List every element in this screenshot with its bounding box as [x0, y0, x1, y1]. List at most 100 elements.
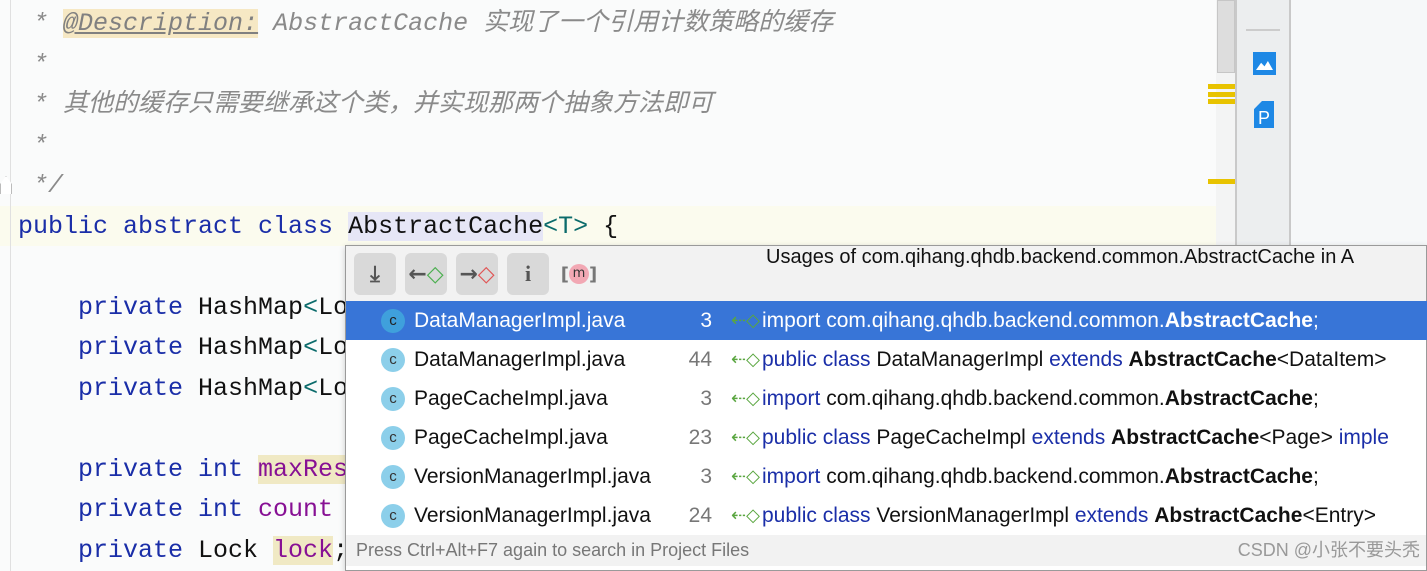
file-name: DataManagerImpl.java: [414, 309, 626, 332]
code-token: Lo: [318, 292, 349, 322]
usage-row[interactable]: c DataManagerImpl.java 3 ⇠◇ import com.qihan…: [346, 301, 1427, 340]
code-token: HashMap: [198, 373, 304, 403]
file-name: PageCacheImpl.java: [414, 426, 608, 449]
code-token: <: [303, 292, 319, 322]
line-number: 3: [700, 309, 712, 332]
snippet-part: extends: [1049, 348, 1129, 371]
next-usage-icon[interactable]: → ◇: [456, 253, 498, 295]
code-token: private: [18, 292, 199, 322]
code-token: private: [18, 373, 199, 403]
usage-arrow-icon: ⇠◇: [731, 505, 760, 525]
code-line: *: [18, 45, 48, 85]
usage-row[interactable]: c VersionManagerImpl.java 3 ⇠◇ import com.qi…: [346, 457, 1427, 496]
code-snippet: public class PageCacheImpl extends Abstr…: [762, 418, 1389, 457]
snippet-part: AbstractCache: [1164, 309, 1313, 332]
code-snippet: import com.qihang.qhdb.backend.common.Ab…: [762, 457, 1319, 496]
snippet-part: ;: [1312, 387, 1319, 410]
snippet-part: AbstractCache: [1128, 348, 1277, 371]
snippet-part: extends: [1074, 504, 1155, 527]
warning-marker[interactable]: [1208, 84, 1235, 89]
code-snippet: public class DataManagerImpl extends Abs…: [762, 340, 1387, 379]
usage-arrow-icon: ⇠◇: [731, 427, 760, 447]
code-token: maxRes: [258, 454, 349, 484]
snippet-part: VersionManagerImpl: [876, 504, 1075, 527]
divider: [1246, 29, 1280, 31]
info-icon[interactable]: i: [507, 253, 549, 295]
code-line: private int maxRes: [18, 450, 349, 490]
snippet-part: public class: [762, 504, 877, 527]
usage-row[interactable]: c PageCacheImpl.java 3 ⇠◇ import com.qihang.…: [346, 379, 1427, 418]
code-token: lock: [273, 535, 334, 565]
line-number: 44: [688, 348, 712, 371]
code-token: <: [303, 333, 319, 362]
code-token: HashMap: [198, 333, 304, 362]
usage-arrow-icon: ⇠◇: [731, 388, 760, 408]
code-token: {: [588, 211, 619, 241]
code-token: public abstract class: [18, 211, 349, 241]
usage-arrow-icon: ⇠◇: [731, 349, 760, 369]
code-line: private HashMap<Lo: [18, 288, 348, 328]
code-line: * 其他的缓存只需要继承这个类，并实现那两个抽象方法即可: [18, 85, 713, 125]
class-icon: c: [381, 504, 405, 528]
gutter-divider: [10, 0, 11, 571]
snippet-part: com.qihang.qhdb.backend.common.: [826, 309, 1165, 332]
snippet-part: AbstractCache: [1164, 465, 1313, 488]
usages-popup: ⤓ ← ◇ → ◇ i [m] Usages of com.qihang.qhdb.…: [345, 245, 1427, 571]
line-number: 3: [700, 387, 712, 410]
code-token: <T>: [543, 211, 589, 241]
snippet-part: public class: [762, 348, 877, 371]
code-token: *: [18, 9, 64, 38]
code-token: <: [303, 373, 319, 403]
code-line: private int count: [18, 490, 333, 530]
pin-icon[interactable]: ⤓: [354, 253, 396, 295]
snippet-part: PageCacheImpl: [876, 426, 1032, 449]
code-token: @Description:: [63, 9, 259, 38]
code-token: HashMap: [198, 292, 304, 322]
snippet-part: public class: [762, 426, 877, 449]
snippet-part: com.qihang.qhdb.backend.common.: [826, 465, 1165, 488]
usage-row[interactable]: c DataManagerImpl.java 44 ⇠◇ public class Da…: [346, 340, 1427, 379]
snippet-part: ;: [1312, 309, 1319, 332]
code-line: * @Description: AbstractCache 实现了一个引用计数策…: [18, 4, 833, 44]
class-icon: c: [381, 348, 405, 372]
snippet-part: <DataItem>: [1276, 348, 1387, 371]
snippet-part: extends: [1031, 426, 1112, 449]
snippet-part: com.qihang.qhdb.backend.common.: [826, 387, 1165, 410]
snippet-part: DataManagerImpl: [876, 348, 1050, 371]
code-token: private: [18, 333, 199, 362]
popup-title: Usages of com.qihang.qhdb.backend.common…: [766, 246, 1355, 268]
code-token: Lock: [198, 535, 274, 565]
code-token: AbstractCache 实现了一个引用计数策略的缓存: [258, 9, 834, 38]
usage-row[interactable]: c VersionManagerImpl.java 24 ⇠◇ public class…: [346, 496, 1427, 535]
code-token: *: [18, 49, 49, 79]
snippet-part: import: [762, 387, 827, 410]
file-name: PageCacheImpl.java: [414, 387, 608, 410]
scrollbar-thumb[interactable]: [1217, 0, 1235, 73]
line-number: 3: [700, 465, 712, 488]
code-snippet: public class VersionManagerImpl extends …: [762, 496, 1376, 535]
class-icon: c: [381, 465, 405, 489]
popup-footer: Press Ctrl+Alt+F7 again to search in Pro…: [346, 535, 1426, 566]
method-filter-icon[interactable]: [m]: [558, 253, 600, 295]
snippet-part: ;: [1312, 465, 1319, 488]
code-token: private: [18, 535, 199, 565]
usage-row[interactable]: c PageCacheImpl.java 23 ⇠◇ public class Page…: [346, 418, 1427, 457]
code-snippet: import com.qihang.qhdb.backend.common.Ab…: [762, 379, 1319, 418]
class-icon: c: [381, 387, 405, 411]
warning-marker[interactable]: [1208, 99, 1235, 104]
popup-toolbar: ⤓ ← ◇ → ◇ i [m] Usages of com.qihang.qhdb.…: [346, 246, 1426, 301]
code-line: private HashMap<Lo: [18, 369, 348, 409]
warning-marker[interactable]: [1208, 92, 1235, 97]
file-name: VersionManagerImpl.java: [414, 504, 651, 527]
code-line: private HashMap<Lo: [18, 328, 348, 368]
class-icon: c: [381, 426, 405, 450]
class-icon: c: [381, 309, 405, 333]
snippet-part: <Page>: [1259, 426, 1339, 449]
snippet-part: import: [762, 465, 827, 488]
image-icon[interactable]: [1253, 52, 1276, 75]
code-token: private int: [18, 454, 259, 484]
code-token: Lo: [318, 373, 349, 403]
previous-usage-icon[interactable]: ← ◇: [405, 253, 447, 295]
usage-arrow-icon: ⇠◇: [731, 310, 760, 330]
warning-marker[interactable]: [1208, 179, 1235, 184]
